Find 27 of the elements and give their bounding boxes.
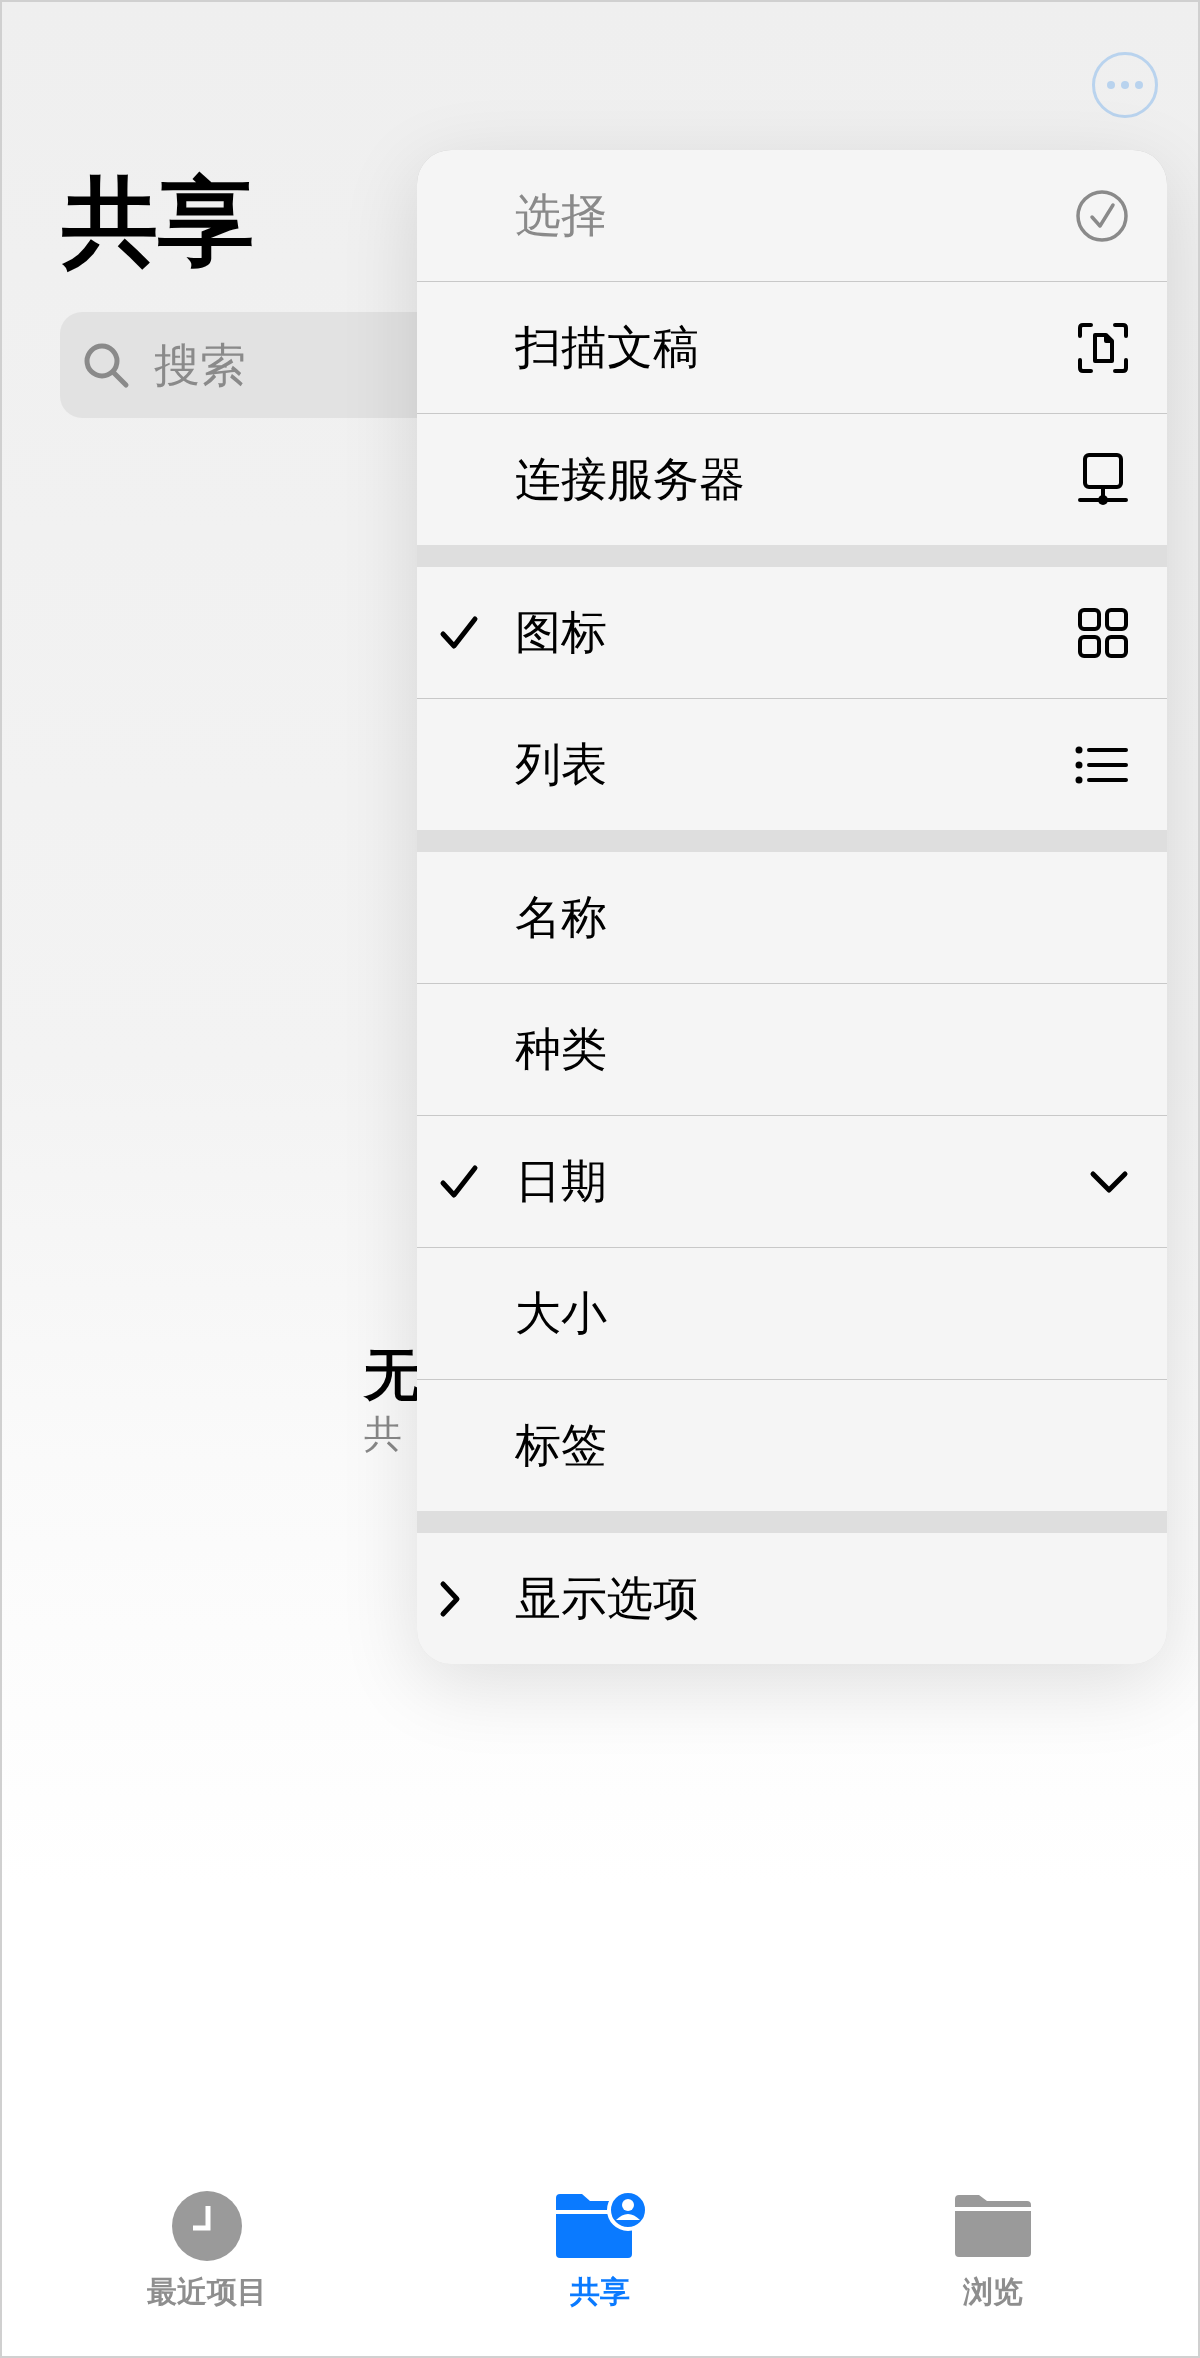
- menu-item[interactable]: 显示选项: [417, 1533, 1167, 1664]
- menu-item[interactable]: 标签: [417, 1380, 1167, 1511]
- search-icon: [82, 341, 130, 389]
- folder-icon: [953, 2193, 1033, 2259]
- check-icon: [439, 614, 479, 651]
- tab[interactable]: 共享: [470, 2188, 730, 2313]
- checkmark-circle-icon: [1075, 188, 1129, 243]
- menu-item[interactable]: 扫描文稿: [417, 282, 1167, 413]
- empty-state-title: 无: [364, 1343, 420, 1407]
- monitor-icon: [1077, 451, 1129, 508]
- page-title: 共享: [62, 172, 254, 272]
- check-icon: [439, 1163, 479, 1200]
- document-scan-icon: [1077, 321, 1129, 374]
- menu-item[interactable]: 日期: [417, 1116, 1167, 1247]
- list-icon: [1075, 744, 1129, 785]
- more-button[interactable]: [1092, 52, 1158, 118]
- empty-state-subtitle: 共: [364, 1411, 402, 1458]
- chevron-right-icon: [439, 1579, 461, 1618]
- menu-item[interactable]: 大小: [417, 1248, 1167, 1379]
- menu-item[interactable]: 连接服务器: [417, 414, 1167, 545]
- menu-item[interactable]: 列表: [417, 699, 1167, 830]
- menu-item[interactable]: 种类: [417, 984, 1167, 1115]
- menu-item[interactable]: 名称: [417, 852, 1167, 983]
- grid-icon: [1077, 606, 1129, 659]
- chevron-down-icon: [1089, 1169, 1129, 1194]
- clock-icon: [171, 2190, 243, 2262]
- menu-item[interactable]: 图标: [417, 567, 1167, 698]
